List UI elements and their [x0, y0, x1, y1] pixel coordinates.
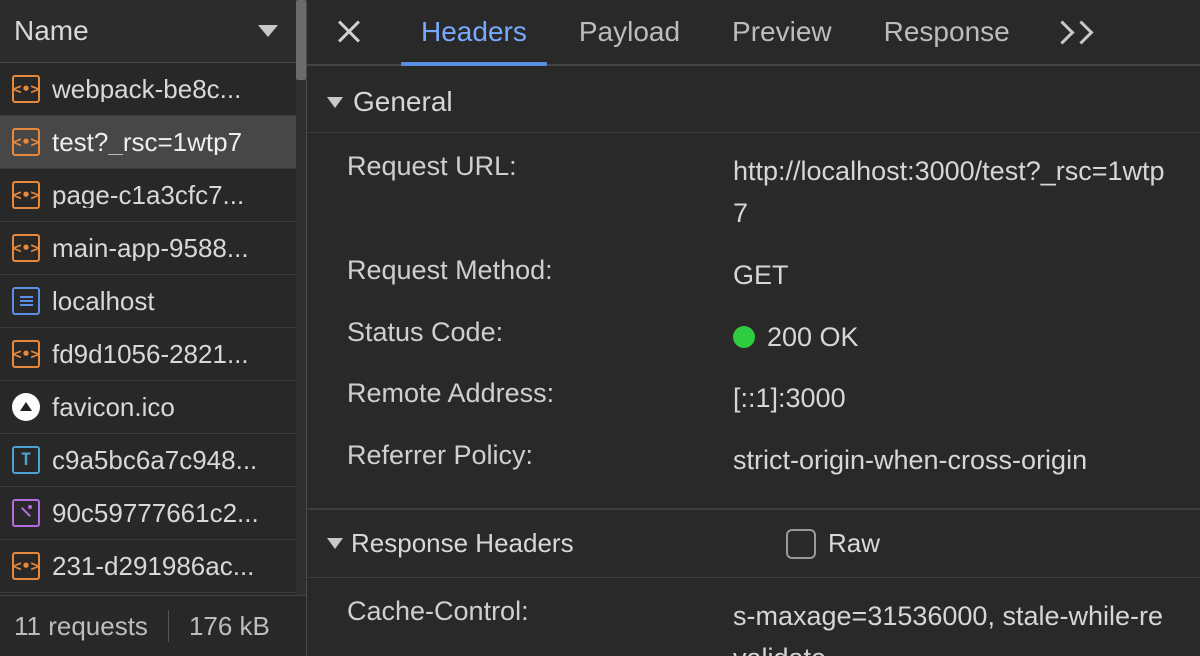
script-icon: <•>	[12, 75, 40, 103]
tab-response-label: Response	[884, 16, 1010, 48]
row-cache-control: Cache-Control: s-maxage=31536000, stale-…	[307, 586, 1200, 656]
script-icon: <•>	[12, 128, 40, 156]
details-body: General Request URL: http://localhost:30…	[307, 66, 1200, 656]
section-general-title: General	[353, 86, 453, 118]
request-row[interactable]: <•> page-c1a3cfc7...	[0, 169, 306, 222]
row-status-code: Status Code: 200 OK	[307, 307, 1200, 369]
request-row[interactable]: localhost	[0, 275, 306, 328]
details-tabbar: Headers Payload Preview Response	[307, 0, 1200, 66]
request-name: fd9d1056-2821...	[52, 341, 249, 367]
status-code-text: 200 OK	[767, 317, 859, 359]
cache-control-label: Cache-Control:	[347, 596, 733, 627]
request-row[interactable]: <•> test?_rsc=1wtp7	[0, 116, 306, 169]
tab-payload-label: Payload	[579, 16, 680, 48]
script-icon: <•>	[12, 552, 40, 580]
remote-address-value[interactable]: [::1]:3000	[733, 378, 1176, 420]
status-code-value[interactable]: 200 OK	[733, 317, 1176, 359]
raw-toggle[interactable]: Raw	[786, 528, 880, 559]
general-values: Request URL: http://localhost:3000/test?…	[307, 132, 1200, 510]
raw-checkbox[interactable]	[786, 529, 816, 559]
scrollbar-thumb[interactable]	[296, 0, 306, 80]
request-name: 90c59777661c2...	[52, 500, 259, 526]
stylesheet-icon	[12, 499, 40, 527]
status-code-label: Status Code:	[347, 317, 733, 348]
script-icon: <•>	[12, 181, 40, 209]
request-name: favicon.ico	[52, 394, 175, 420]
request-name: webpack-be8c...	[52, 76, 241, 102]
script-icon: <•>	[12, 234, 40, 262]
status-dot-icon	[733, 326, 755, 348]
row-request-method: Request Method: GET	[307, 245, 1200, 307]
request-row[interactable]: <•> webpack-be8c...	[0, 63, 306, 116]
chevron-right-icon	[1069, 20, 1093, 44]
summary-transfer: 176 kB	[189, 611, 270, 642]
raw-label: Raw	[828, 528, 880, 559]
tab-headers-label: Headers	[421, 16, 527, 48]
request-list: <•> webpack-be8c... <•> test?_rsc=1wtp7 <•> p…	[0, 63, 306, 595]
devtools-network-panel: Name <•> webpack-be8c... <•> test?_rsc=1wtp…	[0, 0, 1200, 656]
request-name: main-app-9588...	[52, 235, 249, 261]
request-row[interactable]: <•> fd9d1056-2821...	[0, 328, 306, 381]
row-referrer-policy: Referrer Policy: strict-origin-when-cros…	[307, 430, 1200, 492]
request-name: 231-d291986ac...	[52, 553, 254, 579]
referrer-policy-label: Referrer Policy:	[347, 440, 733, 471]
disclosure-triangle-icon	[327, 538, 343, 549]
cache-control-value[interactable]: s-maxage=31536000, stale-while-revalidat…	[733, 596, 1176, 656]
document-icon	[12, 287, 40, 315]
request-name: localhost	[52, 288, 155, 314]
disclosure-triangle-icon	[327, 97, 343, 108]
tab-headers[interactable]: Headers	[395, 0, 553, 64]
request-url-value[interactable]: http://localhost:3000/test?_rsc=1wtp7	[733, 151, 1176, 235]
script-icon: <•>	[12, 340, 40, 368]
referrer-policy-value[interactable]: strict-origin-when-cross-origin	[733, 440, 1176, 482]
request-name: page-c1a3cfc7...	[52, 182, 244, 208]
request-name: test?_rsc=1wtp7	[52, 129, 242, 155]
request-row[interactable]: Tc9a5bc6a7c948...	[0, 434, 306, 487]
divider	[168, 610, 169, 642]
tab-preview-label: Preview	[732, 16, 832, 48]
more-tabs-icon[interactable]	[1054, 24, 1090, 41]
tab-preview[interactable]: Preview	[706, 0, 858, 64]
image-icon	[12, 393, 40, 421]
request-method-label: Request Method:	[347, 255, 733, 286]
network-summary-bar: 11 requests 176 kB	[0, 595, 306, 656]
request-row[interactable]: favicon.ico	[0, 381, 306, 434]
request-name: c9a5bc6a7c948...	[52, 447, 257, 473]
font-icon: T	[12, 446, 40, 474]
close-icon[interactable]	[331, 14, 367, 50]
scrollbar-track[interactable]	[296, 0, 306, 595]
summary-requests: 11 requests	[14, 611, 148, 642]
requests-column-header[interactable]: Name	[0, 0, 306, 63]
row-request-url: Request URL: http://localhost:3000/test?…	[307, 141, 1200, 245]
request-row[interactable]: <•> 231-d291986ac...	[0, 540, 306, 593]
request-row[interactable]: <•> main-app-9588...	[0, 222, 306, 275]
request-url-label: Request URL:	[347, 151, 733, 182]
request-method-value[interactable]: GET	[733, 255, 1176, 297]
section-response-headers-title: Response Headers	[351, 528, 574, 559]
tab-payload[interactable]: Payload	[553, 0, 706, 64]
response-headers-values: Cache-Control: s-maxage=31536000, stale-…	[307, 577, 1200, 656]
column-header-name: Name	[14, 15, 89, 47]
tab-response[interactable]: Response	[858, 0, 1036, 64]
row-remote-address: Remote Address: [::1]:3000	[307, 368, 1200, 430]
requests-sidebar: Name <•> webpack-be8c... <•> test?_rsc=1wtp…	[0, 0, 307, 656]
request-row[interactable]: 90c59777661c2...	[0, 487, 306, 540]
sort-descending-icon[interactable]	[258, 25, 278, 37]
section-general-heading[interactable]: General	[307, 66, 1200, 132]
request-details-pane: Headers Payload Preview Response General	[307, 0, 1200, 656]
section-response-headers-heading[interactable]: Response Headers Raw	[307, 510, 1200, 577]
remote-address-label: Remote Address:	[347, 378, 733, 409]
